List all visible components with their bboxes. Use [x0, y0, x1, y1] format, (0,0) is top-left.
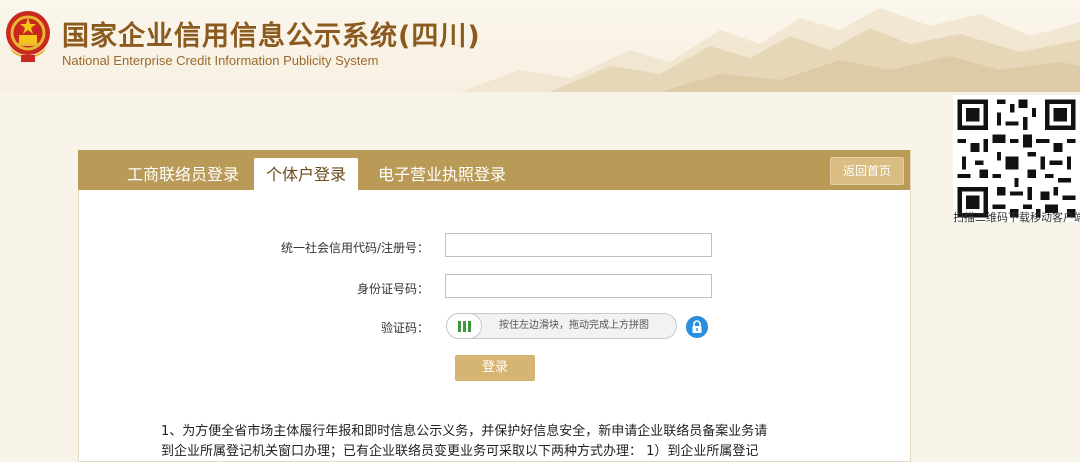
id-label: 身份证号码： — [356, 282, 429, 296]
lock-icon — [686, 316, 708, 338]
site-header: 国家企业信用信息公示系统(四川) National Enterprise Cre… — [0, 0, 1080, 92]
notice-line: 1、为方便全省市场主体履行年报和即时信息公示义务，并保护好信息安全，新申请企业联… — [161, 424, 768, 439]
id-number-input[interactable] — [445, 274, 712, 298]
login-tab-bar: 工商联络员登录 个体户登录 电子营业执照登录 — [78, 150, 910, 190]
national-emblem-icon — [6, 11, 50, 62]
site-title: 国家企业信用信息公示系统(四川) — [62, 21, 481, 52]
slider-handle[interactable] — [446, 313, 482, 339]
back-home-button[interactable]: 返回首页 — [830, 157, 904, 185]
qr-caption: 扫描二维码下载移动客户端 — [953, 211, 1080, 224]
mountain-landscape-image — [460, 8, 1080, 92]
notice-line: 到企业所属登记机关窗口办理；已有企业联络员变更业务可采取以下两种方式办理： 1）… — [161, 444, 759, 459]
credit-code-input[interactable] — [445, 233, 712, 257]
code-label: 统一社会信用代码/注册号： — [280, 241, 429, 255]
site-subtitle: National Enterprise Credit Information P… — [62, 53, 379, 68]
captcha-slider[interactable]: 按住左边滑块，拖动完成上方拼图 — [446, 313, 677, 339]
slider-hint: 按住左边滑块，拖动完成上方拼图 — [499, 320, 649, 331]
captcha-label: 验证码： — [380, 321, 429, 335]
notice-text: 1、为方便全省市场主体履行年报和即时信息公示义务，并保护好信息安全，新申请企业联… — [161, 422, 861, 462]
tab-liaison-login[interactable]: 工商联络员登录 — [127, 158, 239, 190]
tab-individual-login[interactable]: 个体户登录 — [254, 158, 359, 190]
tab-e-license-login[interactable]: 电子营业执照登录 — [378, 158, 506, 190]
qr-code-image — [953, 95, 1080, 222]
login-panel — [78, 150, 911, 462]
login-button[interactable]: 登录 — [455, 355, 535, 381]
